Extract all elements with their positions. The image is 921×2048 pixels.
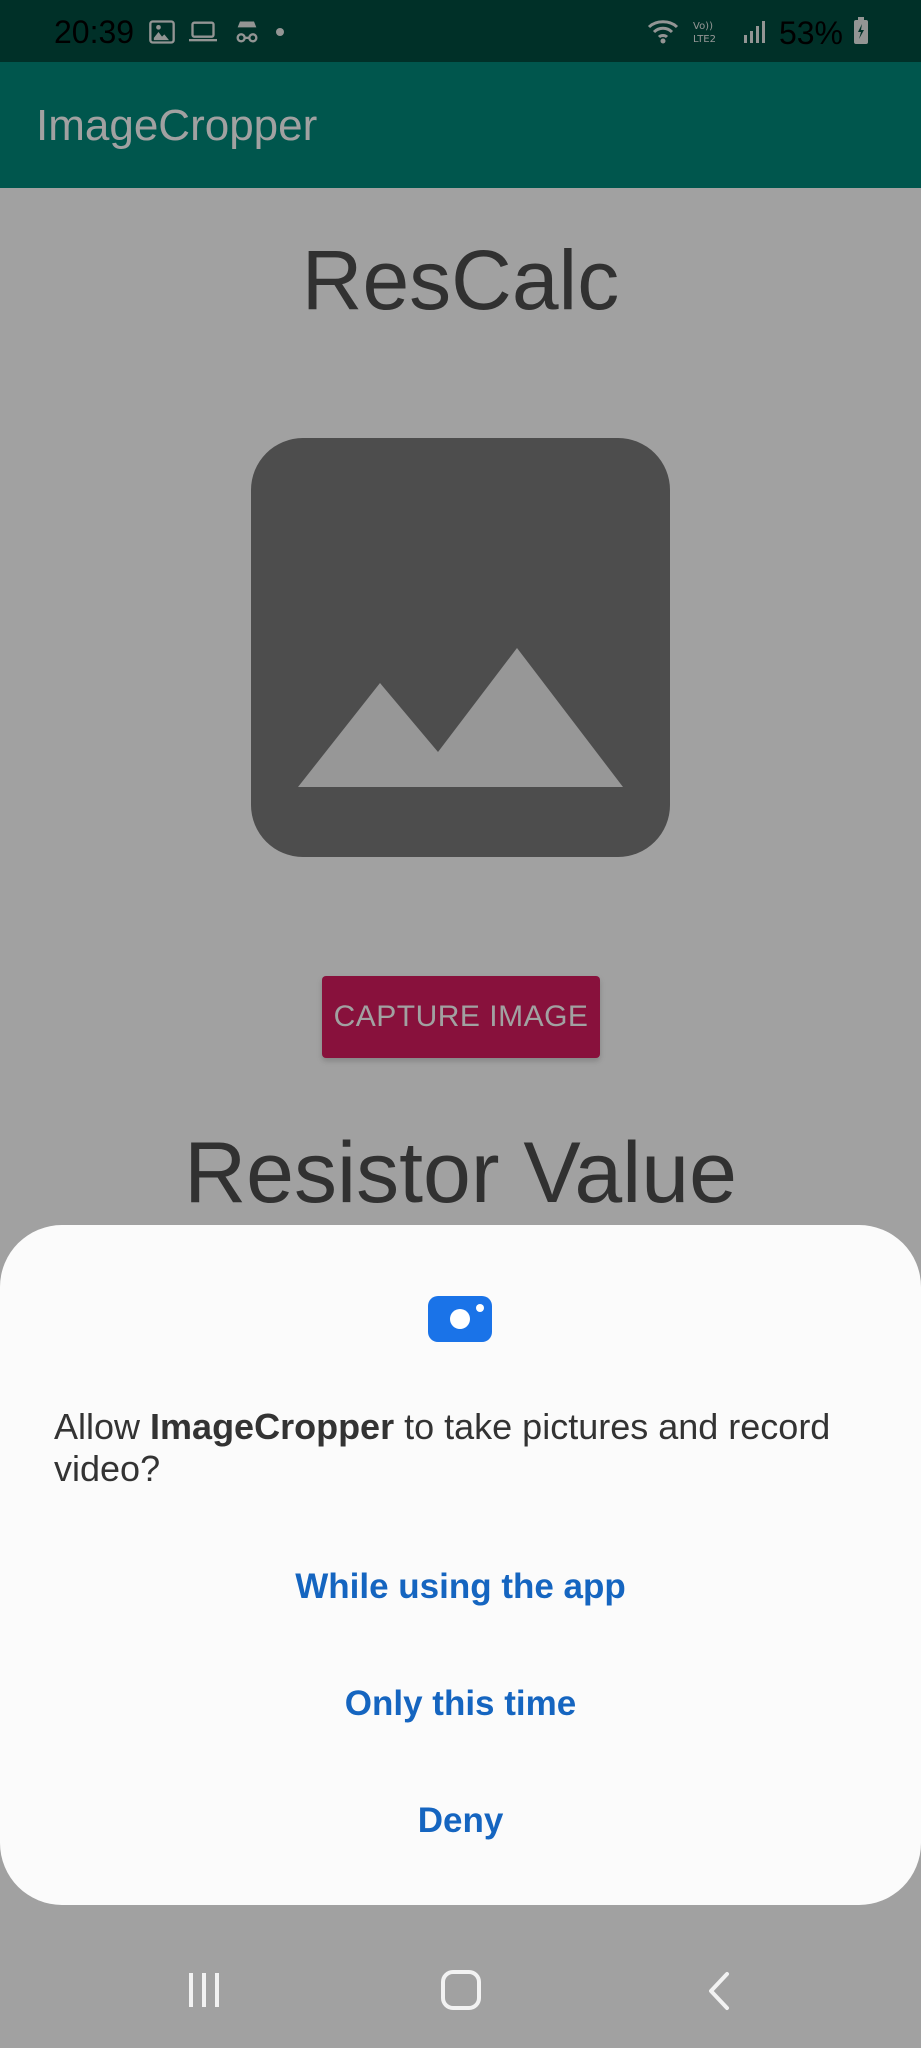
while-using-app-button[interactable]: While using the app <box>0 1551 921 1623</box>
only-this-time-button[interactable]: Only this time <box>0 1668 921 1740</box>
permission-message: Allow ImageCropper to take pictures and … <box>54 1406 854 1490</box>
camera-icon <box>428 1296 492 1342</box>
camera-lens-icon <box>450 1309 470 1329</box>
permission-app-name: ImageCropper <box>150 1406 395 1447</box>
permission-text-before: Allow <box>54 1406 151 1447</box>
deny-button[interactable]: Deny <box>0 1785 921 1857</box>
back-icon[interactable] <box>705 1971 733 2016</box>
navigation-bar <box>0 1937 921 2048</box>
camera-flash-icon <box>476 1304 484 1312</box>
home-icon[interactable] <box>440 1969 482 2016</box>
recent-apps-icon[interactable] <box>187 1971 221 2014</box>
